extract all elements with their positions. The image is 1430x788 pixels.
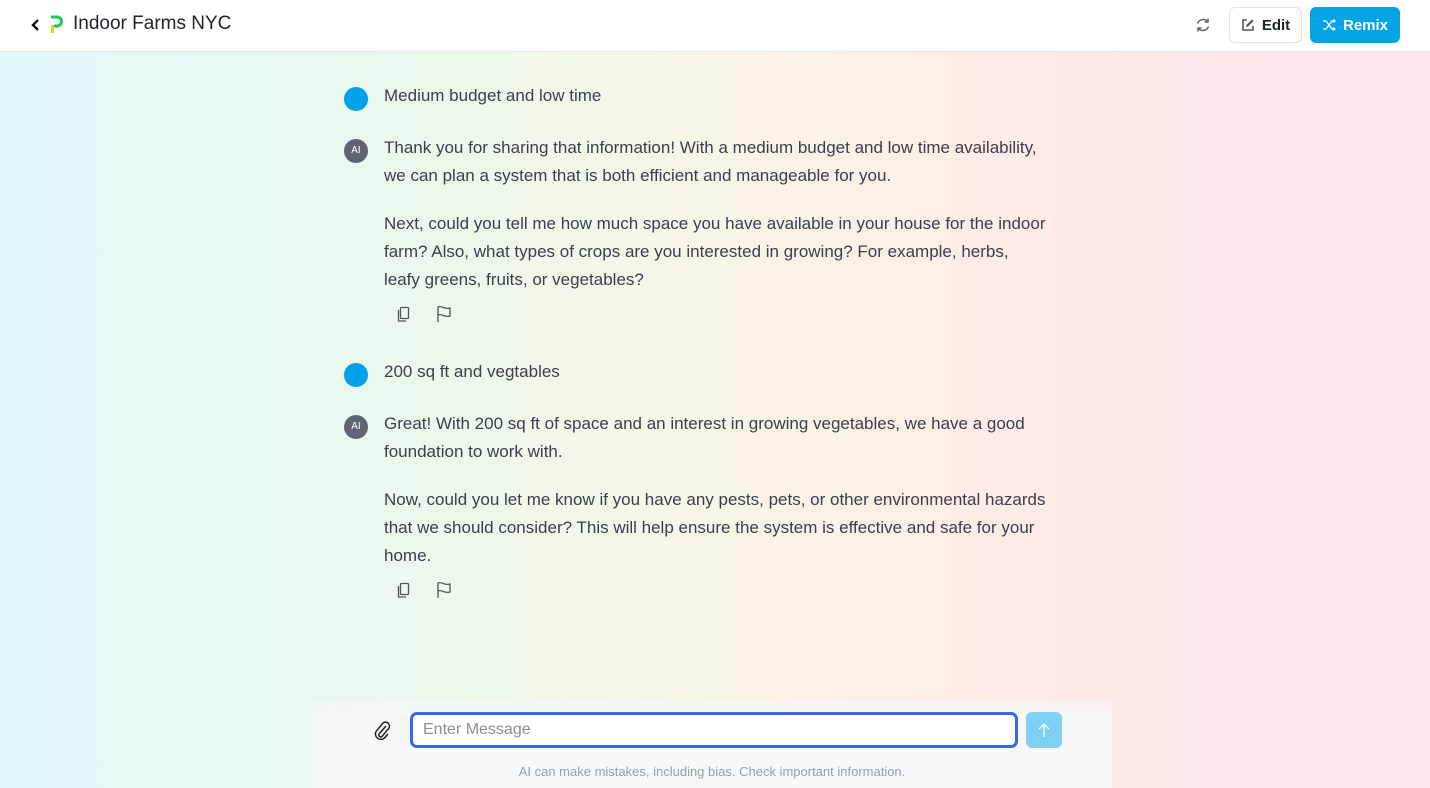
user-message: Medium budget and low time — [344, 82, 1064, 111]
remix-button[interactable]: Remix — [1310, 7, 1400, 43]
flag-icon[interactable] — [434, 304, 454, 324]
ai-avatar: AI — [344, 415, 368, 439]
message-paragraph: Next, could you tell me how much space y… — [384, 214, 1046, 289]
remix-label: Remix — [1342, 16, 1389, 34]
ai-message: AI Thank you for sharing that informatio… — [344, 134, 1064, 324]
user-avatar — [344, 87, 368, 111]
arrow-up-icon — [1038, 723, 1050, 737]
message-input[interactable] — [410, 712, 1018, 748]
message-text: Medium budget and low time — [384, 86, 602, 105]
edit-label: Edit — [1261, 16, 1291, 34]
shuffle-icon — [1322, 19, 1336, 31]
message-paragraph: Great! With 200 sq ft of space and an in… — [384, 414, 1025, 461]
user-avatar — [344, 363, 368, 387]
composer: AI can make mistakes, including bias. Ch… — [312, 700, 1112, 788]
edit-icon — [1242, 19, 1254, 31]
header: Indoor Farms NYC Edit Remix — [0, 0, 1430, 52]
disclaimer: AI can make mistakes, including bias. Ch… — [518, 764, 906, 779]
back-chevron-icon[interactable] — [28, 15, 44, 35]
refresh-icon[interactable] — [1192, 14, 1214, 36]
page-title: Indoor Farms NYC — [73, 13, 232, 34]
app-logo-icon — [48, 14, 64, 41]
ai-avatar: AI — [344, 139, 368, 163]
message-text: 200 sq ft and vegtables — [384, 362, 560, 381]
ai-message: AI Great! With 200 sq ft of space and an… — [344, 410, 1064, 600]
flag-icon[interactable] — [434, 580, 454, 600]
user-message: 200 sq ft and vegtables — [344, 358, 1064, 387]
copy-icon[interactable] — [394, 304, 414, 324]
send-button[interactable] — [1026, 712, 1062, 748]
message-paragraph: Now, could you let me know if you have a… — [384, 490, 1046, 565]
paperclip-icon[interactable] — [372, 719, 392, 746]
message-paragraph: Thank you for sharing that information! … — [384, 138, 1037, 185]
edit-button[interactable]: Edit — [1229, 7, 1302, 43]
copy-icon[interactable] — [394, 580, 414, 600]
